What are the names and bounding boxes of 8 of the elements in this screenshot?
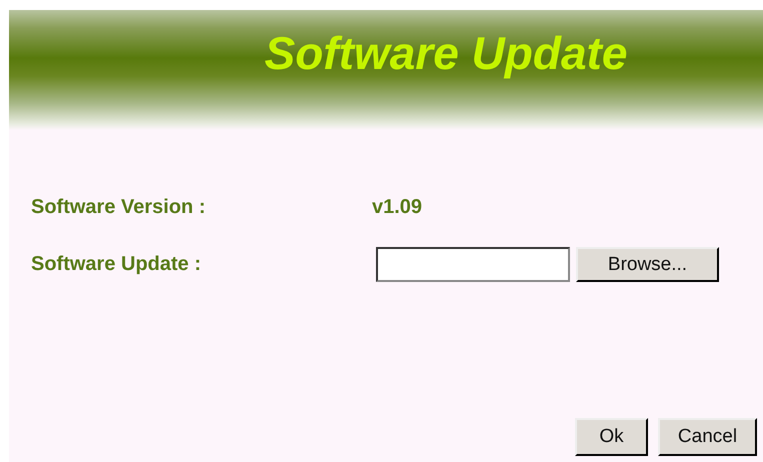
- field-label: Software Version :: [31, 196, 206, 219]
- cancel-button[interactable]: Cancel: [658, 418, 757, 456]
- browse-button[interactable]: Browse...: [576, 247, 719, 282]
- field-label: Software Update :: [31, 253, 202, 276]
- ok-button[interactable]: Ok: [575, 418, 648, 456]
- field-value: v1.09: [372, 196, 422, 219]
- page-title: Software Update: [264, 26, 628, 80]
- file-path-field[interactable]: [376, 247, 570, 282]
